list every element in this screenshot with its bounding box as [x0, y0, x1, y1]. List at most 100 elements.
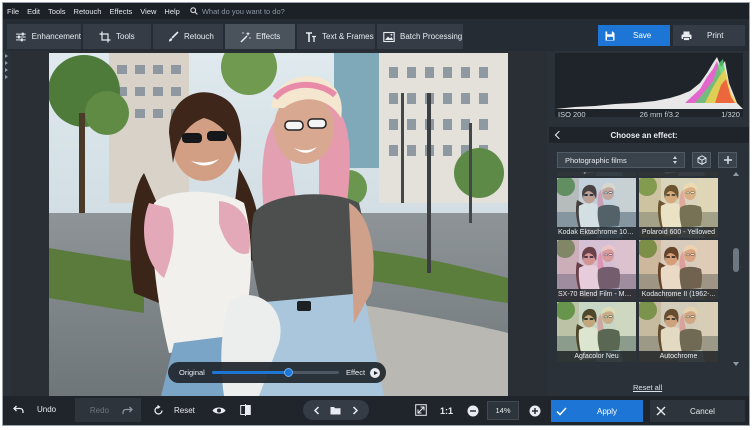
tab-text-frames[interactable]: Text & Frames	[297, 24, 375, 49]
menu-view[interactable]: View	[140, 7, 156, 16]
compare-track[interactable]	[211, 368, 340, 377]
file-navigation	[303, 400, 369, 420]
apply-label: Apply	[597, 406, 618, 416]
app-window: File Edit Tools Retouch Effects View Hel…	[2, 2, 750, 426]
redo-button[interactable]: Redo	[75, 398, 141, 422]
actual-size-label: 1:1	[440, 406, 454, 416]
split-view-button[interactable]	[240, 404, 251, 416]
scroll-down-icon[interactable]	[733, 362, 739, 366]
effect-category-select[interactable]: Photographic films	[557, 152, 685, 168]
scroll-thumb[interactable]	[733, 248, 739, 272]
cancel-label: Cancel	[690, 406, 715, 416]
menu-edit[interactable]: Edit	[27, 7, 40, 16]
print-button[interactable]: Print	[673, 25, 745, 46]
tab-tools[interactable]: Tools	[83, 24, 151, 49]
reset-all-link[interactable]: Reset all	[633, 383, 662, 392]
effect-thumbnail[interactable]: Kodachrome II (1962-...	[639, 240, 718, 300]
effect-thumbnail[interactable]: SX-70 Blend Film - Mag...	[557, 240, 636, 300]
checkmark-icon	[556, 406, 567, 416]
apply-button[interactable]: Apply	[551, 400, 643, 422]
expand-arrow-icon	[5, 61, 8, 65]
search-input[interactable]	[201, 6, 352, 16]
tab-batch-processing-label: Batch Processing	[400, 32, 463, 41]
reset-icon	[154, 405, 163, 415]
tab-retouch[interactable]: Retouch	[153, 24, 223, 49]
save-label: Save	[633, 31, 652, 40]
reset-button[interactable]: Reset	[153, 405, 195, 416]
effect-name: Polaroid 600 - Yellowed	[639, 227, 718, 238]
expand-arrow-icon	[5, 75, 8, 79]
search-icon	[190, 7, 198, 15]
menu-tools[interactable]: Tools	[48, 7, 66, 16]
fit-to-screen-button[interactable]	[415, 404, 427, 416]
photo-preview[interactable]	[49, 53, 508, 396]
back-arrow-icon[interactable]	[549, 127, 569, 143]
zoom-out-button[interactable]	[467, 405, 479, 417]
text-frames-icon	[306, 31, 316, 42]
next-arrow-icon[interactable]	[351, 405, 359, 415]
exif-info: ISO 200 26 mm f/3.2 1/320	[555, 107, 743, 121]
3d-lut-button[interactable]	[692, 152, 711, 168]
right-panel: ISO 200 26 mm f/3.2 1/320 Choose an effe…	[549, 51, 749, 396]
effect-name: Kodak Ektachrome 100G	[557, 227, 636, 238]
folder-icon[interactable]	[330, 406, 341, 415]
actual-size-button[interactable]: 1:1	[440, 406, 453, 416]
expand-arrow-icon	[5, 68, 8, 72]
zoom-value-field[interactable]: 14%	[487, 401, 519, 420]
effect-thumbnail[interactable]: Polachrome	[639, 172, 718, 176]
zoom-in-icon	[529, 405, 541, 417]
redo-label: Redo	[89, 405, 109, 415]
preview-eye-button[interactable]	[212, 406, 226, 415]
compare-handle[interactable]	[284, 368, 294, 377]
tab-text-frames-label: Text & Frames	[322, 32, 374, 41]
undo-label: Undo	[37, 405, 57, 414]
menu-retouch[interactable]: Retouch	[74, 7, 102, 16]
tab-retouch-label: Retouch	[184, 32, 214, 41]
effect-thumbnail[interactable]: Polaroid 600 - Yellowed	[639, 178, 718, 238]
undo-button[interactable]: Undo	[13, 405, 56, 414]
brush-icon	[169, 30, 179, 41]
scroll-up-icon[interactable]	[733, 172, 739, 176]
effect-name: Autochrome	[639, 351, 718, 362]
menu-help[interactable]: Help	[164, 7, 179, 16]
fit-screen-icon	[415, 404, 427, 416]
previous-arrow-icon[interactable]	[313, 405, 321, 415]
photo-canvas-area: Original Effect	[11, 51, 547, 396]
effect-panel-header: Choose an effect:	[549, 127, 749, 143]
compare-fill	[211, 371, 289, 374]
close-icon	[656, 406, 666, 416]
effect-name: Agfacolor Neu	[557, 351, 636, 362]
collapsed-side-panel[interactable]	[3, 51, 11, 396]
cancel-button[interactable]: Cancel	[650, 400, 745, 422]
batch-images-icon	[383, 31, 395, 42]
zoom-out-icon	[467, 405, 479, 417]
bottom-bar: Undo Redo Reset 1:1 14% Apply Cancel	[3, 396, 749, 425]
select-arrows-icon	[673, 156, 677, 164]
plus-icon	[723, 156, 732, 164]
tab-batch-processing[interactable]: Batch Processing	[377, 24, 463, 49]
effect-thumbnail[interactable]: Fuji FP 100C	[557, 172, 636, 176]
effect-name: SX-70 Blend Film - Mag...	[557, 289, 636, 300]
sliders-icon	[15, 32, 26, 41]
tab-effects-label: Effects	[256, 32, 281, 41]
add-effect-button[interactable]	[718, 152, 737, 168]
effect-name: Fuji FP 100C	[557, 172, 636, 176]
menu-file[interactable]: File	[7, 7, 19, 16]
zoom-in-button[interactable]	[529, 405, 541, 417]
menu-effects[interactable]: Effects	[109, 7, 132, 16]
tab-tools-label: Tools	[116, 32, 135, 41]
effects-scrollbar[interactable]	[732, 172, 740, 366]
effect-thumbnail[interactable]: Kodak Ektachrome 100G	[557, 178, 636, 238]
floppy-disk-icon	[605, 31, 615, 40]
tab-effects[interactable]: Effects	[225, 24, 295, 49]
effect-name: Kodachrome II (1962-...	[639, 289, 718, 300]
effect-thumbnail[interactable]: Agfacolor Neu	[557, 302, 636, 362]
original-label: Original	[179, 368, 205, 377]
before-after-slider: Original Effect	[168, 362, 386, 383]
compare-next-arrow-icon[interactable]	[370, 367, 380, 378]
exif-shutter: 1/320	[721, 109, 740, 119]
effect-thumbnail[interactable]: Autochrome	[639, 302, 718, 362]
menu-search	[190, 6, 352, 16]
save-button[interactable]: Save	[598, 25, 670, 46]
tab-enhancement[interactable]: Enhancement	[7, 24, 81, 49]
